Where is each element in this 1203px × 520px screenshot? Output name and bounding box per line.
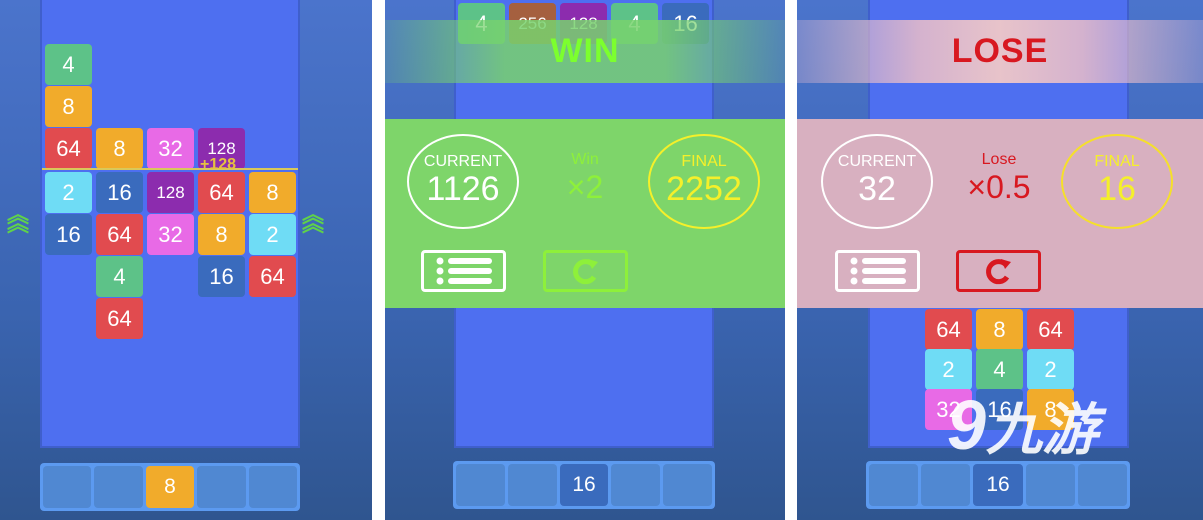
chevron-up-right-icon: ︽ ︽ [302,202,325,236]
final-value: 2252 [666,169,742,208]
merge-popup: +128 [200,156,237,173]
current-value: 1126 [426,169,500,208]
next-tile-tray[interactable]: 16 [866,461,1130,509]
tray-slot-empty[interactable] [507,464,557,506]
tile-64: 64 [96,214,143,255]
restart-icon [572,259,598,285]
multiplier-label: Win [571,151,599,168]
gameplay-panel: 4 8 64 8 32 128 2 16 128 64 8 16 64 32 8 2 4 16 64 64 +128 … [0,0,372,520]
restart-icon [985,259,1011,285]
limit-line [42,168,298,170]
tray-slot-empty[interactable] [611,464,661,506]
tile-8: 8 [249,172,296,213]
tile-128: 128 [147,172,194,213]
result-title: LOSE [951,32,1049,70]
multiplier: Lose ×0.5 [939,151,1059,206]
restart-button[interactable] [956,250,1041,292]
tray-slot-empty[interactable] [921,464,971,506]
tile-2: 2 [925,349,972,390]
game-board[interactable]: 4 8 64 8 32 128 2 16 128 64 8 16 64 32 8 2 4 16 64 64 +128 [40,0,300,448]
tray-slot-filled[interactable]: 16 [559,464,609,506]
tile-64: 64 [96,298,143,339]
tile-8: 8 [96,128,143,169]
current-score: CURRENT 1126 [407,134,519,229]
tile-8: 8 [198,214,245,255]
list-icon [850,257,906,285]
win-panel: 4256128416 WIN CURRENT 1126 Win ×2 FINAL… [385,0,785,520]
final-score: FINAL 2252 [648,134,760,229]
tray-slot-filled[interactable]: 16 [973,464,1023,506]
tray-slot-filled[interactable]: 8 [145,466,195,508]
tile-64: 64 [45,128,92,169]
final-value: 16 [1098,169,1136,208]
tile-4: 4 [976,349,1023,390]
tray-slot-empty[interactable] [94,466,143,508]
tile-64: 64 [198,172,245,213]
tile-8: 8 [45,86,92,127]
tray-slot-empty[interactable] [1077,464,1128,506]
tile-16: 16 [45,214,92,255]
result-title: WIN [550,32,620,70]
multiplier-label: Lose [981,151,1017,168]
result-overlay: CURRENT 1126 Win ×2 FINAL 2252 [385,119,785,308]
next-tile-tray[interactable]: 8 [40,463,300,511]
tile-64: 64 [1027,309,1074,350]
tile-32: 32 [147,214,194,255]
tile-4: 4 [45,44,92,85]
tray-slot-empty[interactable] [1025,464,1075,506]
lose-banner: LOSE [797,20,1203,83]
current-value: 32 [858,169,896,208]
current-label: CURRENT [423,152,503,170]
current-score: CURRENT 32 [821,134,933,229]
watermark-logo: 9九游 [947,386,1098,464]
chevron-up-left-icon: ︽ ︽ [7,202,30,236]
result-overlay: CURRENT 32 Lose ×0.5 FINAL 16 [797,119,1203,308]
tile-16: 16 [198,256,245,297]
final-label: FINAL [1094,152,1140,170]
multiplier-value: ×2 [566,169,604,205]
final-score: FINAL 16 [1061,134,1173,229]
next-tile-tray[interactable]: 16 [453,461,715,509]
tray-slot-empty[interactable] [456,464,505,506]
tile-32: 32 [147,128,194,169]
multiplier-value: ×0.5 [967,169,1031,205]
lose-panel: 64 8 64 2 4 2 32 16 8 LOSE CURRENT 32 Lose ×0.5 … [797,0,1203,520]
tile-64: 64 [249,256,296,297]
tile-4: 4 [96,256,143,297]
tray-slot-empty[interactable] [248,466,298,508]
tray-slot-empty[interactable] [197,466,246,508]
tray-slot-empty[interactable] [663,464,712,506]
tile-8: 8 [976,309,1023,350]
menu-button[interactable] [421,250,506,292]
tray-slot-empty[interactable] [43,466,92,508]
watermark-text: 九游 [985,398,1098,461]
tile-2: 2 [249,214,296,255]
tile-2: 2 [1027,349,1074,390]
list-icon [436,257,492,285]
tray-slot-empty[interactable] [869,464,919,506]
tile-2: 2 [45,172,92,213]
tile-64: 64 [925,309,972,350]
final-label: FINAL [681,152,727,170]
current-label: CURRENT [837,152,917,170]
restart-button[interactable] [543,250,628,292]
menu-button[interactable] [835,250,920,292]
win-banner: WIN [385,20,785,83]
tile-16: 16 [96,172,143,213]
multiplier: Win ×2 [525,151,645,206]
